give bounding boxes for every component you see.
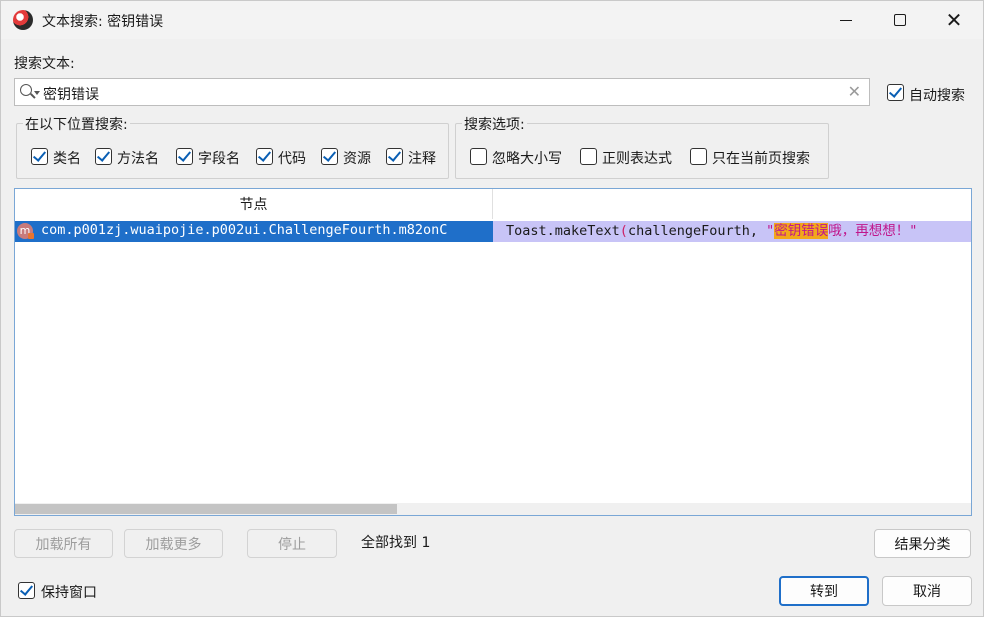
search-class-name-checkbox[interactable]	[31, 148, 48, 165]
regex-label[interactable]: 正则表达式	[602, 148, 672, 168]
result-node-text: com.p001zj.wuaipojie.p002ui.ChallengeFou…	[41, 222, 448, 238]
search-input[interactable]: 密钥错误 ✕	[14, 78, 870, 106]
code-call: Toast.makeText	[506, 223, 620, 239]
current-page-only-checkbox[interactable]	[690, 148, 707, 165]
search-input-value[interactable]: 密钥错误	[43, 84, 99, 104]
search-field-name-label[interactable]: 字段名	[198, 148, 240, 168]
result-node-cell[interactable]: m com.p001zj.wuaipojie.p002ui.ChallengeF…	[15, 221, 493, 242]
group-results-button[interactable]: 结果分类	[874, 529, 971, 558]
app-logo-icon	[13, 10, 33, 30]
clear-search-icon[interactable]: ✕	[848, 82, 861, 101]
search-icon	[20, 84, 32, 96]
method-access-icon	[28, 233, 34, 239]
title-bar: 文本搜索: 密钥错误 ✕	[1, 1, 983, 39]
search-class-name-label[interactable]: 类名	[53, 148, 81, 168]
keep-window-label[interactable]: 保持窗口	[41, 582, 97, 602]
table-row[interactable]: m com.p001zj.wuaipojie.p002ui.ChallengeF…	[15, 221, 971, 242]
search-method-name-checkbox[interactable]	[95, 148, 112, 165]
results-table[interactable]: 节点 m com.p001zj.wuaipojie.p002ui.Challen…	[14, 188, 972, 516]
load-more-button[interactable]: 加载更多	[124, 529, 223, 558]
ignore-case-checkbox[interactable]	[470, 148, 487, 165]
search-code-checkbox[interactable]	[256, 148, 273, 165]
search-code-label[interactable]: 代码	[278, 148, 306, 168]
horizontal-scrollbar-thumb[interactable]	[15, 504, 397, 514]
auto-search-checkbox[interactable]	[887, 84, 904, 101]
code-match-highlight: 密钥错误	[774, 223, 829, 239]
cancel-button[interactable]: 取消	[882, 576, 972, 606]
search-resources-checkbox[interactable]	[321, 148, 338, 165]
maximize-icon	[894, 14, 906, 26]
maximize-button[interactable]	[877, 1, 923, 39]
auto-search-label[interactable]: 自动搜索	[909, 85, 965, 105]
search-in-title: 在以下位置搜索:	[23, 114, 130, 134]
search-comments-checkbox[interactable]	[386, 148, 403, 165]
search-history-dropdown-icon[interactable]	[34, 91, 40, 95]
regex-checkbox[interactable]	[580, 148, 597, 165]
keep-window-checkbox[interactable]	[18, 582, 35, 599]
column-header-node[interactable]: 节点	[15, 189, 493, 219]
code-string-rest: 哦，再想想！"	[828, 223, 918, 239]
code-paren: (	[619, 223, 628, 239]
column-header-code[interactable]	[493, 189, 971, 219]
minimize-icon	[840, 19, 852, 21]
window-title: 文本搜索: 密钥错误	[42, 14, 164, 30]
search-options-title: 搜索选项:	[462, 114, 527, 134]
search-method-name-label[interactable]: 方法名	[117, 148, 159, 168]
search-comments-label[interactable]: 注释	[408, 148, 436, 168]
go-to-button[interactable]: 转到	[779, 576, 869, 606]
search-resources-label[interactable]: 资源	[343, 148, 371, 168]
horizontal-scrollbar[interactable]	[15, 503, 971, 515]
result-code-cell[interactable]: Toast.makeText(challengeFourth, "密钥错误哦，再…	[493, 221, 971, 242]
search-text-label: 搜索文本:	[14, 56, 75, 72]
search-field-name-checkbox[interactable]	[176, 148, 193, 165]
close-icon: ✕	[945, 8, 963, 32]
stop-button[interactable]: 停止	[247, 529, 337, 558]
ignore-case-label[interactable]: 忽略大小写	[492, 148, 562, 168]
current-page-only-label[interactable]: 只在当前页搜索	[712, 148, 810, 168]
found-count-status: 全部找到 1	[361, 535, 431, 551]
minimize-button[interactable]	[823, 1, 869, 39]
close-button[interactable]: ✕	[931, 1, 977, 39]
text-search-dialog: 文本搜索: 密钥错误 ✕ 搜索文本: 密钥错误 ✕ 自动搜索 在以下位置搜索: …	[0, 0, 984, 617]
load-all-button[interactable]: 加载所有	[14, 529, 113, 558]
code-args: challengeFourth,	[627, 223, 767, 239]
